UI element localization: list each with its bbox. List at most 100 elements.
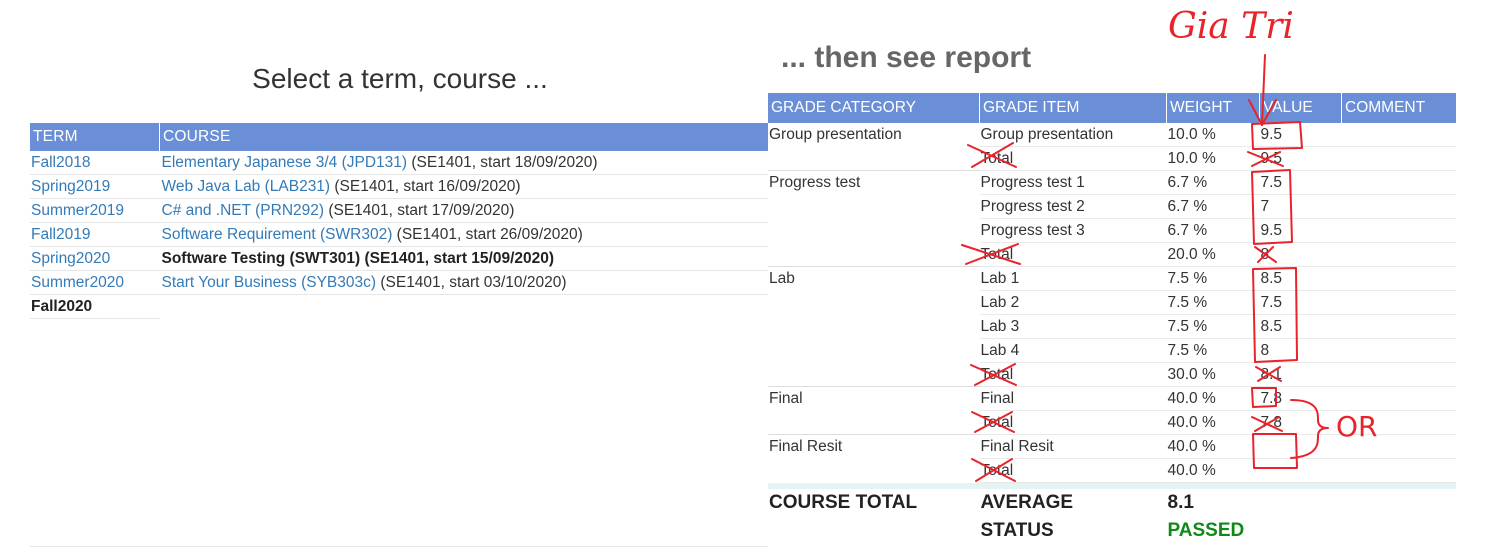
- grade-comment: [1341, 170, 1456, 195]
- grade-comment: [1341, 194, 1456, 219]
- grade-weight: 40.0 %: [1166, 386, 1260, 411]
- selected-course-swt301: Software Testing (SWT301) (SE1401, start…: [159, 246, 768, 271]
- grade-item: Total: [979, 146, 1167, 171]
- table-row: Fall2018 Elementary Japanese 3/4 (JPD131…: [30, 151, 768, 175]
- grade-category: [768, 459, 980, 483]
- grade-item: Total: [979, 458, 1167, 483]
- table-row: Summer2020 Start Your Business (SYB303c)…: [30, 270, 768, 295]
- page-title-select: Select a term, course ...: [252, 63, 548, 94]
- grade-category: Progress test: [769, 173, 861, 191]
- table-row: Spring2019 Web Java Lab (LAB231) (SE1401…: [30, 174, 768, 199]
- grade-weight: 6.7 %: [1166, 218, 1260, 243]
- grade-value: 7.5: [1259, 170, 1342, 195]
- grade-category: [768, 362, 980, 387]
- grade-comment: [1341, 242, 1456, 267]
- grade-category: Final: [769, 389, 803, 407]
- grade-comment: [1341, 314, 1456, 339]
- grade-row: Group presentation Group presentation 10…: [768, 123, 1456, 147]
- average-value: 8.1: [1167, 492, 1194, 513]
- course-column-header: COURSE: [159, 123, 768, 151]
- grade-row: Final Resit Final Resit 40.0 %: [768, 434, 1456, 459]
- course-total-label: COURSE TOTAL: [769, 492, 918, 513]
- grade-category: [768, 315, 980, 339]
- grade-category: [768, 195, 980, 219]
- term-link-fall2019[interactable]: Fall2019: [31, 226, 90, 243]
- grade-weight: 30.0 %: [1166, 362, 1260, 387]
- grade-comment: [1341, 362, 1456, 387]
- grade-weight: 20.0 %: [1166, 242, 1260, 267]
- course-link-syb303c[interactable]: Start Your Business (SYB303c): [162, 274, 377, 291]
- term-link-fall2018[interactable]: Fall2018: [31, 154, 90, 171]
- term-link-summer2020[interactable]: Summer2020: [31, 274, 124, 291]
- grade-row: Lab 3 7.5 % 8.5: [768, 314, 1456, 339]
- grade-value: 8.5: [1259, 266, 1342, 291]
- grade-category: [768, 219, 980, 243]
- selected-term-fall2020: Fall2020: [30, 294, 160, 319]
- grade-comment: [1341, 218, 1456, 243]
- grade-comment: [1341, 146, 1456, 171]
- grade-item: Total: [979, 410, 1167, 435]
- grade-item: Lab 4: [979, 338, 1167, 363]
- grade-item: Final Resit: [979, 434, 1167, 459]
- grade-item: Lab 3: [979, 314, 1167, 339]
- grade-item: Total: [979, 242, 1167, 267]
- grade-value: 8.1: [1259, 362, 1342, 387]
- grade-item: Lab 1: [979, 266, 1167, 291]
- grade-value: 8.5: [1259, 314, 1342, 339]
- status-label: STATUS: [980, 520, 1054, 541]
- grade-row: Progress test 2 6.7 % 7: [768, 194, 1456, 219]
- grade-item: Progress test 3: [979, 218, 1167, 243]
- grade-value: 9.5: [1259, 218, 1342, 243]
- course-info: (SE1401, start 03/10/2020): [376, 273, 567, 291]
- grade-category: [768, 242, 980, 267]
- grade-value: 9.5: [1259, 123, 1342, 147]
- term-course-table: TERM COURSE Fall2018 Elementary Japanese…: [30, 123, 768, 319]
- grade-comment: [1341, 458, 1456, 483]
- grade-category: Lab: [769, 269, 795, 287]
- grade-weight: 6.7 %: [1166, 194, 1260, 219]
- grade-comment: [1341, 266, 1456, 291]
- grade-comment: [1341, 386, 1456, 411]
- table-row: Fall2020: [30, 294, 768, 319]
- grade-category: Final Resit: [769, 437, 843, 455]
- grade-item: Final: [979, 386, 1167, 411]
- course-link-lab231[interactable]: Web Java Lab (LAB231): [162, 178, 331, 195]
- grade-weight: 40.0 %: [1166, 434, 1260, 459]
- table-row: Fall2019 Software Requirement (SWR302) (…: [30, 222, 768, 247]
- grade-comment: [1341, 434, 1456, 459]
- grade-weight: 7.5 %: [1166, 266, 1260, 291]
- grade-value: [1259, 458, 1342, 483]
- course-info: (SE1401, start 26/09/2020): [392, 225, 583, 243]
- course-link-prn292[interactable]: C# and .NET (PRN292): [162, 202, 325, 219]
- grade-row: Lab 2 7.5 % 7.5: [768, 290, 1456, 315]
- grade-row: Progress test 3 6.7 % 9.5: [768, 218, 1456, 243]
- term-link-summer2019[interactable]: Summer2019: [31, 202, 124, 219]
- grade-row: Total 40.0 % 7.8: [768, 410, 1456, 435]
- grade-value: 8: [1259, 242, 1342, 267]
- course-total-row: COURSE TOTAL AVERAGE 8.1: [768, 489, 1456, 517]
- grade-item: Lab 2: [979, 290, 1167, 315]
- report-title: ... then see report: [781, 41, 1032, 74]
- grade-row: Total 40.0 %: [768, 458, 1456, 483]
- grade-value: 8: [1259, 338, 1342, 363]
- grade-row: Total 10.0 % 9.5: [768, 146, 1456, 171]
- grade-weight: 10.0 %: [1166, 146, 1260, 171]
- term-link-spring2020[interactable]: Spring2020: [31, 250, 110, 267]
- grade-value: 7: [1259, 194, 1342, 219]
- grade-category: [768, 146, 980, 171]
- grade-category-header: GRADE CATEGORY: [768, 93, 980, 123]
- grade-weight: 40.0 %: [1166, 410, 1260, 435]
- grade-weight: 40.0 %: [1166, 458, 1260, 483]
- weight-header: WEIGHT: [1166, 93, 1260, 123]
- grade-weight: 7.5 %: [1166, 314, 1260, 339]
- course-link-swr302[interactable]: Software Requirement (SWR302): [162, 226, 393, 243]
- course-link-jpd131[interactable]: Elementary Japanese 3/4 (JPD131): [162, 154, 408, 171]
- grade-row: Lab Lab 1 7.5 % 8.5: [768, 266, 1456, 291]
- grade-item: Progress test 1: [979, 170, 1167, 195]
- comment-header: COMMENT: [1341, 93, 1456, 123]
- table-row: Summer2019 C# and .NET (PRN292) (SE1401,…: [30, 198, 768, 223]
- grade-item: Group presentation: [979, 123, 1167, 147]
- grade-value: 7.8: [1259, 386, 1342, 411]
- grade-row: Progress test Progress test 1 6.7 % 7.5: [768, 170, 1456, 195]
- term-link-spring2019[interactable]: Spring2019: [31, 178, 110, 195]
